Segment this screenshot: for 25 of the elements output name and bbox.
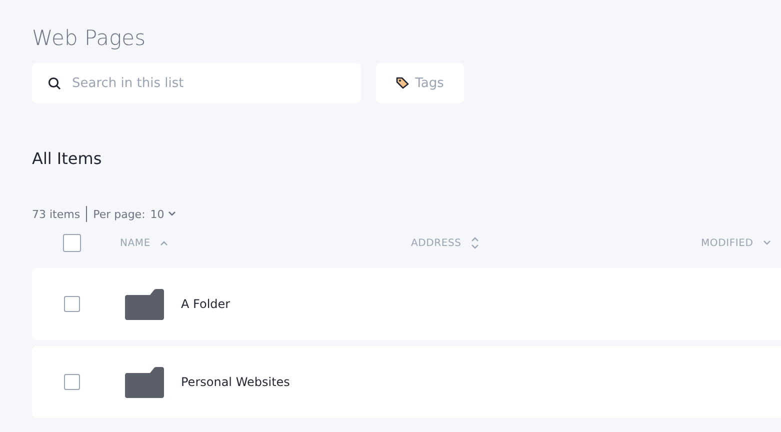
select-all-checkbox[interactable] <box>63 234 81 252</box>
column-header[interactable]: MODIFIED <box>701 238 754 248</box>
list-row[interactable]: A Folder <box>32 268 781 340</box>
search-field[interactable]: Search in this list <box>32 63 361 103</box>
folder-icon <box>125 366 164 398</box>
item-count: 73 items <box>32 208 80 220</box>
per-page-dropdown[interactable]: 10 <box>150 208 176 220</box>
sort-down-icon[interactable] <box>763 240 772 246</box>
row-checkbox[interactable] <box>64 374 80 390</box>
item-name: Personal Websites <box>181 375 290 389</box>
column-header[interactable]: NAME <box>120 238 150 248</box>
sort-icon[interactable] <box>471 237 480 249</box>
tag-icon <box>396 77 410 89</box>
tags-button[interactable]: Tags <box>376 63 464 103</box>
per-page-label: Per page: <box>93 208 146 220</box>
item-name: A Folder <box>181 297 230 311</box>
column-header[interactable]: ADDRESS <box>411 238 462 248</box>
list-row[interactable]: Personal Websites <box>32 346 781 418</box>
search-icon <box>48 77 61 90</box>
section-title: All Items <box>32 149 103 169</box>
page-title: Web Pages <box>32 26 147 52</box>
row-checkbox[interactable] <box>64 296 80 312</box>
folder-icon <box>125 288 164 320</box>
sort-up-icon[interactable] <box>160 240 168 246</box>
chevron-down-icon <box>168 211 176 217</box>
